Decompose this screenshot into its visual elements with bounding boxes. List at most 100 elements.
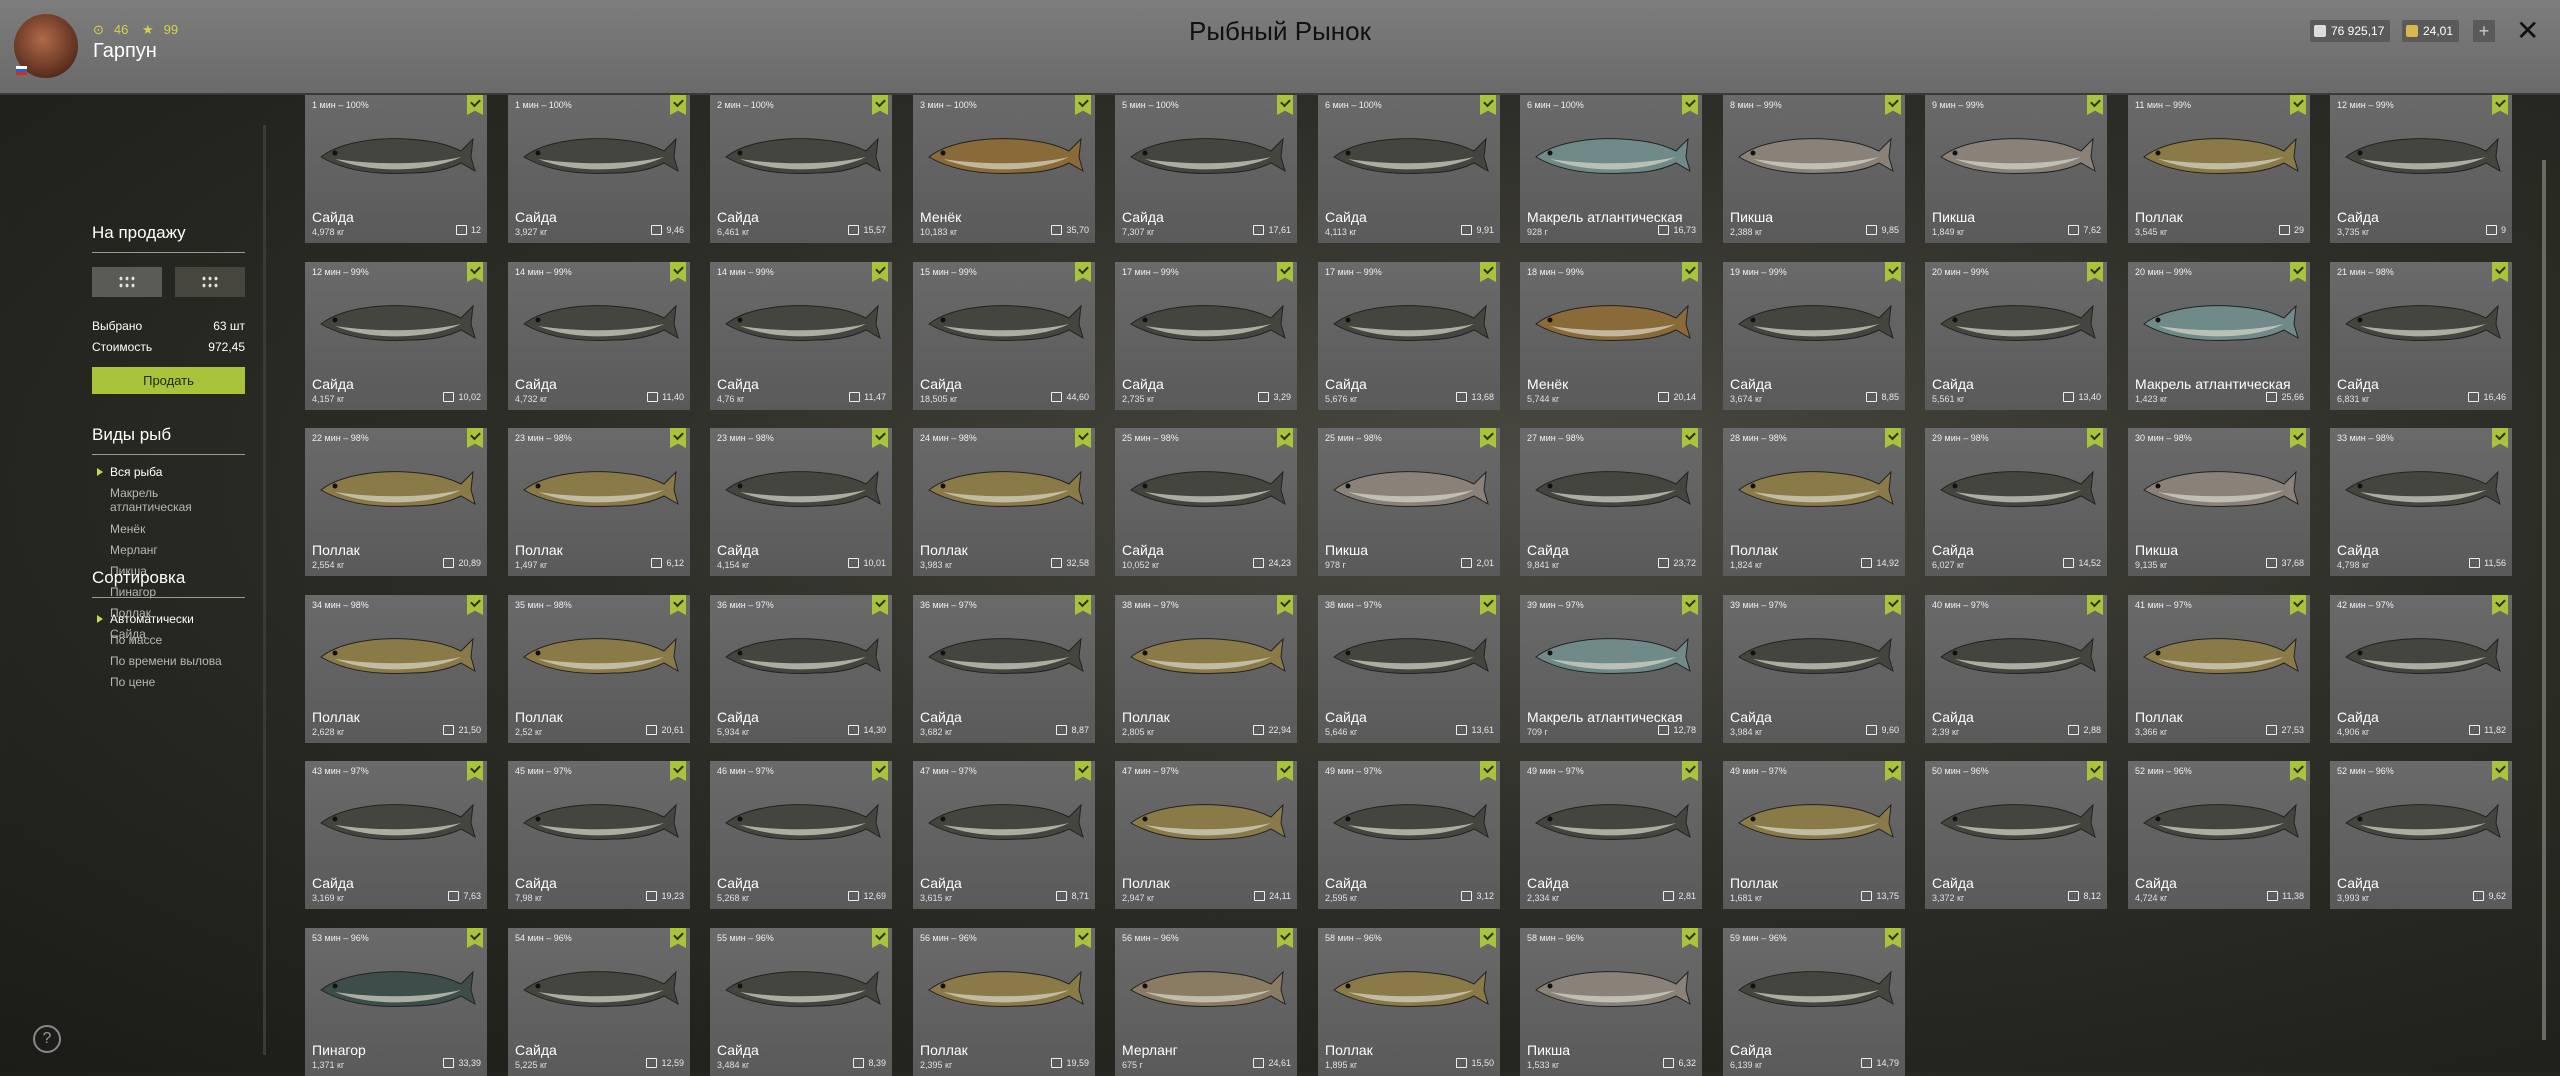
fish-card[interactable]: 30 мин – 98% Пикша 9,135 кг 37,68 (2128, 428, 2310, 576)
list-view-button[interactable] (175, 267, 245, 297)
checkbox-checked-icon[interactable] (1682, 262, 1698, 282)
fish-card[interactable]: 50 мин – 96% Сайда 3,372 кг 8,12 (1925, 761, 2107, 909)
species-filter-mackerel[interactable]: Макрель атлантическая (110, 486, 210, 514)
checkbox-checked-icon[interactable] (1075, 595, 1091, 615)
checkbox-checked-icon[interactable] (1480, 928, 1496, 948)
fish-card[interactable]: 24 мин – 98% Поллак 3,983 кг 32,58 (913, 428, 1095, 576)
fish-card[interactable]: 6 мин – 100% Сайда 4,113 кг 9,91 (1318, 95, 1500, 243)
checkbox-checked-icon[interactable] (1480, 761, 1496, 781)
checkbox-checked-icon[interactable] (1682, 928, 1698, 948)
fish-card[interactable]: 39 мин – 97% Сайда 3,984 кг 9,60 (1723, 595, 1905, 743)
fish-card[interactable]: 49 мин – 97% Сайда 2,334 кг 2,81 (1520, 761, 1702, 909)
checkbox-checked-icon[interactable] (2087, 95, 2103, 115)
sort-auto[interactable]: Автоматически (97, 612, 194, 626)
fish-card[interactable]: 52 мин – 96% Сайда 3,993 кг 9,62 (2330, 761, 2512, 909)
checkbox-checked-icon[interactable] (2290, 262, 2306, 282)
fish-card[interactable]: 27 мин – 98% Сайда 9,841 кг 23,72 (1520, 428, 1702, 576)
checkbox-checked-icon[interactable] (872, 928, 888, 948)
checkbox-checked-icon[interactable] (1277, 95, 1293, 115)
checkbox-checked-icon[interactable] (1277, 761, 1293, 781)
fish-card[interactable]: 11 мин – 99% Поллак 3,545 кг 29 (2128, 95, 2310, 243)
fish-card[interactable]: 20 мин – 99% Макрель атлантическая 1,423 к… (2128, 262, 2310, 410)
checkbox-checked-icon[interactable] (2290, 761, 2306, 781)
fish-card[interactable]: 25 мин – 98% Пикша 978 г 2,01 (1318, 428, 1500, 576)
fish-card[interactable]: 12 мин – 99% Сайда 3,735 кг 9 (2330, 95, 2512, 243)
checkbox-checked-icon[interactable] (2492, 428, 2508, 448)
checkbox-checked-icon[interactable] (1885, 428, 1901, 448)
help-button[interactable]: ? (33, 1025, 61, 1053)
checkbox-checked-icon[interactable] (872, 262, 888, 282)
fish-card[interactable]: 15 мин – 99% Сайда 18,505 кг 44,60 (913, 262, 1095, 410)
fish-card[interactable]: 36 мин – 97% Сайда 5,934 кг 14,30 (710, 595, 892, 743)
checkbox-checked-icon[interactable] (1480, 595, 1496, 615)
checkbox-checked-icon[interactable] (1075, 262, 1091, 282)
sell-button[interactable]: Продать (92, 367, 245, 394)
fish-card[interactable]: 18 мин – 99% Менёк 5,744 кг 20,14 (1520, 262, 1702, 410)
fish-card[interactable]: 9 мин – 99% Пикша 1,849 кг 7,62 (1925, 95, 2107, 243)
checkbox-checked-icon[interactable] (1885, 595, 1901, 615)
checkbox-checked-icon[interactable] (1480, 428, 1496, 448)
checkbox-checked-icon[interactable] (1682, 428, 1698, 448)
fish-card[interactable]: 20 мин – 99% Сайда 5,561 кг 13,40 (1925, 262, 2107, 410)
fish-card[interactable]: 12 мин – 99% Сайда 4,157 кг 10,02 (305, 262, 487, 410)
fish-card[interactable]: 55 мин – 96% Сайда 3,484 кг 8,39 (710, 928, 892, 1076)
fish-card[interactable]: 1 мин – 100% Сайда 3,927 кг 9,46 (508, 95, 690, 243)
fish-card[interactable]: 14 мин – 99% Сайда 4,76 кг 11,47 (710, 262, 892, 410)
scrollbar[interactable] (2542, 160, 2546, 1040)
checkbox-checked-icon[interactable] (1277, 595, 1293, 615)
checkbox-checked-icon[interactable] (1480, 95, 1496, 115)
checkbox-checked-icon[interactable] (1277, 262, 1293, 282)
add-gold-button[interactable]: + (2473, 20, 2495, 42)
checkbox-checked-icon[interactable] (872, 595, 888, 615)
fish-card[interactable]: 3 мин – 100% Менёк 10,183 кг 35,70 (913, 95, 1095, 243)
fish-card[interactable]: 29 мин – 98% Сайда 6,027 кг 14,52 (1925, 428, 2107, 576)
fish-card[interactable]: 39 мин – 97% Макрель атлантическая 709 г 12… (1520, 595, 1702, 743)
checkbox-checked-icon[interactable] (670, 928, 686, 948)
checkbox-checked-icon[interactable] (2087, 262, 2103, 282)
checkbox-checked-icon[interactable] (2087, 595, 2103, 615)
checkbox-checked-icon[interactable] (2492, 761, 2508, 781)
checkbox-checked-icon[interactable] (872, 95, 888, 115)
checkbox-checked-icon[interactable] (2492, 595, 2508, 615)
fish-card[interactable]: 42 мин – 97% Сайда 4,906 кг 11,82 (2330, 595, 2512, 743)
checkbox-checked-icon[interactable] (467, 262, 483, 282)
fish-card[interactable]: 38 мин – 97% Поллак 2,805 кг 22,94 (1115, 595, 1297, 743)
fish-card[interactable]: 25 мин – 98% Сайда 10,052 кг 24,23 (1115, 428, 1297, 576)
species-filter-whiting[interactable]: Мерланг (110, 543, 158, 557)
fish-card[interactable]: 23 мин – 98% Сайда 4,154 кг 10,01 (710, 428, 892, 576)
sort-by-weight[interactable]: По массе (110, 633, 162, 647)
fish-card[interactable]: 17 мин – 99% Сайда 5,676 кг 13,68 (1318, 262, 1500, 410)
fish-card[interactable]: 8 мин – 99% Пикша 2,388 кг 9,85 (1723, 95, 1905, 243)
fish-card[interactable]: 23 мин – 98% Поллак 1,497 кг 6,12 (508, 428, 690, 576)
checkbox-checked-icon[interactable] (2290, 595, 2306, 615)
checkbox-checked-icon[interactable] (1682, 595, 1698, 615)
checkbox-checked-icon[interactable] (1885, 262, 1901, 282)
fish-card[interactable]: 49 мин – 97% Сайда 2,595 кг 3,12 (1318, 761, 1500, 909)
fish-card[interactable]: 2 мин – 100% Сайда 6,461 кг 15,57 (710, 95, 892, 243)
checkbox-checked-icon[interactable] (2492, 262, 2508, 282)
checkbox-checked-icon[interactable] (1682, 761, 1698, 781)
fish-card[interactable]: 41 мин – 97% Поллак 3,366 кг 27,53 (2128, 595, 2310, 743)
grid-view-button[interactable] (92, 267, 162, 297)
checkbox-checked-icon[interactable] (670, 761, 686, 781)
close-button[interactable]: ✕ (2516, 14, 2539, 47)
checkbox-checked-icon[interactable] (872, 761, 888, 781)
checkbox-checked-icon[interactable] (1885, 928, 1901, 948)
fish-card[interactable]: 33 мин – 98% Сайда 4,798 кг 11,56 (2330, 428, 2512, 576)
fish-card[interactable]: 54 мин – 96% Сайда 5,225 кг 12,59 (508, 928, 690, 1076)
fish-card[interactable]: 53 мин – 96% Пинагор 1,371 кг 33,39 (305, 928, 487, 1076)
fish-card[interactable]: 46 мин – 97% Сайда 5,268 кг 12,69 (710, 761, 892, 909)
checkbox-checked-icon[interactable] (467, 761, 483, 781)
checkbox-checked-icon[interactable] (2087, 761, 2103, 781)
checkbox-checked-icon[interactable] (467, 928, 483, 948)
fish-card[interactable]: 17 мин – 99% Сайда 2,735 кг 3,29 (1115, 262, 1297, 410)
checkbox-checked-icon[interactable] (670, 428, 686, 448)
fish-card[interactable]: 21 мин – 98% Сайда 6,831 кг 16,46 (2330, 262, 2512, 410)
fish-card[interactable]: 14 мин – 99% Сайда 4,732 кг 11,40 (508, 262, 690, 410)
fish-card[interactable]: 22 мин – 98% Поллак 2,554 кг 20,89 (305, 428, 487, 576)
species-filter-all[interactable]: Вся рыба (96, 465, 162, 479)
fish-card[interactable]: 19 мин – 99% Сайда 3,674 кг 8,85 (1723, 262, 1905, 410)
checkbox-checked-icon[interactable] (1075, 428, 1091, 448)
checkbox-checked-icon[interactable] (1075, 95, 1091, 115)
checkbox-checked-icon[interactable] (1885, 95, 1901, 115)
